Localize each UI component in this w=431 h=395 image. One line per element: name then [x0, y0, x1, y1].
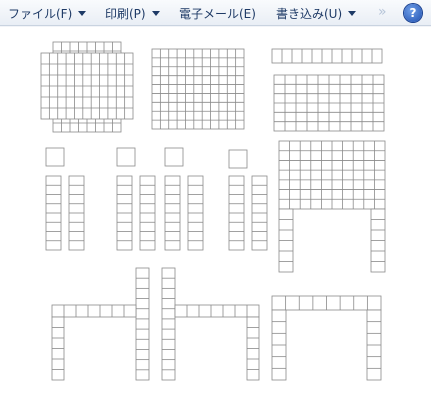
- grid-strip: [51, 304, 137, 318]
- menu-file-label: ファイル(F): [8, 6, 73, 21]
- menu-email[interactable]: 電子メール(E): [179, 0, 256, 26]
- grid-column: [45, 175, 62, 251]
- menu-print[interactable]: 印刷(P): [105, 0, 160, 26]
- menu-print-label: 印刷(P): [105, 6, 146, 21]
- grid-block: [273, 74, 385, 132]
- small-box: [164, 147, 184, 167]
- dropdown-arrow-icon: [78, 10, 87, 16]
- grid-block: [151, 48, 245, 130]
- help-icon[interactable]: ?: [404, 4, 422, 22]
- chevron-more-icon[interactable]: »: [378, 4, 386, 20]
- layout-preview-image: [40, 41, 386, 381]
- small-box: [116, 147, 136, 167]
- small-box: [45, 147, 65, 167]
- grid-column: [116, 175, 133, 251]
- grid-strip: [271, 295, 382, 311]
- grid-strip: [174, 304, 260, 318]
- grid-column: [139, 175, 156, 251]
- grid-column: [370, 208, 386, 273]
- small-box: [228, 149, 248, 169]
- preview-canvas: [0, 27, 431, 395]
- grid-strip: [271, 48, 383, 64]
- grid-column: [161, 267, 176, 381]
- grid-column: [68, 175, 85, 251]
- menu-email-label: 電子メール(E): [179, 6, 256, 21]
- grid-block: [40, 52, 134, 120]
- toolbar: ファイル(F) 印刷(P) 電子メール(E) 書き込み(U) » ?: [0, 0, 431, 26]
- grid-block: [278, 140, 386, 210]
- grid-column: [251, 175, 268, 251]
- grid-column: [187, 175, 204, 251]
- grid-column: [135, 267, 150, 381]
- grid-column: [51, 316, 65, 381]
- menu-file[interactable]: ファイル(F): [8, 0, 87, 26]
- dropdown-arrow-icon: [151, 10, 160, 16]
- grid-column: [228, 175, 245, 251]
- grid-column: [366, 309, 382, 381]
- grid-column: [278, 208, 294, 273]
- dropdown-arrow-icon: [348, 10, 357, 16]
- menu-burn[interactable]: 書き込み(U): [276, 0, 357, 26]
- menu-burn-label: 書き込み(U): [276, 6, 343, 21]
- grid-column: [164, 175, 181, 251]
- grid-column: [271, 309, 287, 381]
- grid-column: [246, 316, 260, 381]
